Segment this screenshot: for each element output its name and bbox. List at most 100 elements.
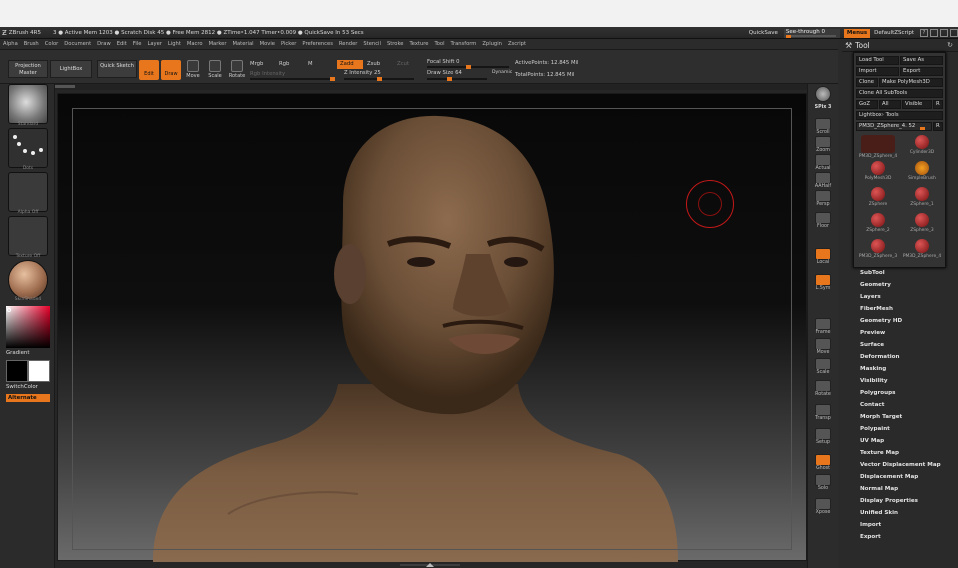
current-tool-slider[interactable]: PM3D_ZSphere_4. 52	[856, 122, 932, 131]
shelf-scale-button[interactable]: Scale	[812, 358, 834, 375]
menu-movie[interactable]: Movie	[257, 41, 278, 47]
goz-all-button[interactable]: All	[879, 100, 901, 109]
menu-texture[interactable]: Texture	[406, 41, 431, 47]
menu-edit[interactable]: Edit	[114, 41, 130, 47]
shelf-ghost-button[interactable]: Ghost	[812, 454, 834, 471]
tool-menu-subtool[interactable]: SubTool	[854, 267, 954, 279]
tool-menu-geometry[interactable]: Geometry	[854, 279, 954, 291]
shelf-move-button[interactable]: Move	[812, 338, 834, 355]
tool-menu-layers[interactable]: Layers	[854, 291, 954, 303]
focal-shift-slider[interactable]	[427, 65, 509, 69]
minimize-icon[interactable]	[940, 29, 948, 37]
bpr-button[interactable]	[812, 86, 834, 102]
menus-button[interactable]: Menus	[843, 28, 871, 38]
menu-material[interactable]: Material	[230, 41, 257, 47]
lightbox-tools-button[interactable]: Lightbox› Tools	[856, 111, 943, 120]
document-scrollbar-thumb[interactable]	[55, 85, 75, 88]
shelf-local-button[interactable]: Local	[812, 248, 834, 265]
menu-render[interactable]: Render	[336, 41, 360, 47]
zcut-button[interactable]: Zcut	[397, 61, 409, 67]
tool-thumb-pm3d-zsphere-4[interactable]: PM3D_ZSphere_4	[901, 237, 943, 267]
zsub-button[interactable]: Zsub	[367, 61, 380, 67]
shelf-setup-button[interactable]: Setup	[812, 428, 834, 445]
load-tool-button[interactable]: Load Tool	[856, 56, 899, 65]
palette-refresh-icon[interactable]: ↻	[947, 41, 953, 49]
tool-menu-displacement-map[interactable]: Displacement Map	[854, 471, 954, 483]
menu-document[interactable]: Document	[61, 41, 94, 47]
alternate-button[interactable]: Alternate	[6, 394, 50, 402]
tool-menu-fibermesh[interactable]: FiberMesh	[854, 303, 954, 315]
shelf-frame-button[interactable]: Frame	[812, 318, 834, 335]
brush-selector[interactable]	[8, 84, 48, 124]
tool-palette-header[interactable]: ⚒ Tool ↻	[842, 39, 958, 52]
menu-tool[interactable]: Tool	[431, 41, 447, 47]
menu-zscript[interactable]: Zscript	[505, 41, 529, 47]
spix-button[interactable]: SPix 3	[812, 105, 834, 110]
help-icon[interactable]: ?	[920, 29, 928, 37]
tool-menu-polygroups[interactable]: Polygroups	[854, 387, 954, 399]
shelf-transp-button[interactable]: Transp	[812, 404, 834, 421]
goz-visible-button[interactable]: Visible	[902, 100, 932, 109]
menu-transform[interactable]: Transform	[448, 41, 480, 47]
tool-menu-unified-skin[interactable]: Unified Skin	[854, 507, 954, 519]
tool-menu-polypaint[interactable]: Polypaint	[854, 423, 954, 435]
menu-alpha[interactable]: Alpha	[0, 41, 21, 47]
tool-menu-morph-target[interactable]: Morph Target	[854, 411, 954, 423]
shelf-floor-button[interactable]: Floor	[812, 212, 834, 229]
tool-menu-vector-displacement-map[interactable]: Vector Displacement Map	[854, 459, 954, 471]
shelf-actual-button[interactable]: Actual	[812, 154, 834, 171]
tool-menu-display-properties[interactable]: Display Properties	[854, 495, 954, 507]
tool-thumb-pm3d-zsphere-3[interactable]: PM3D_ZSphere_3	[857, 237, 899, 267]
make-polymesh-button[interactable]: Make PolyMesh3D	[879, 78, 943, 87]
menu-stencil[interactable]: Stencil	[360, 41, 384, 47]
switch-color-button[interactable]: SwitchColor	[6, 384, 38, 390]
shelf-solo-button[interactable]: Solo	[812, 474, 834, 491]
save-as-button[interactable]: Save As	[900, 56, 943, 65]
export-button[interactable]: Export	[900, 67, 943, 76]
main-color-swatch[interactable]	[6, 360, 28, 382]
shelf-zoom-button[interactable]: Zoom	[812, 136, 834, 153]
menu-layer[interactable]: Layer	[144, 41, 164, 47]
current-tool-r-button[interactable]: R	[933, 122, 943, 131]
edit-button[interactable]: Edit	[139, 60, 159, 80]
goz-r-button[interactable]: R	[933, 100, 943, 109]
document-scrollbar[interactable]	[55, 84, 807, 90]
import-button[interactable]: Import	[856, 67, 899, 76]
lightbox-button[interactable]: LightBox	[50, 60, 92, 78]
secondary-color-swatch[interactable]	[28, 360, 50, 382]
m-button[interactable]: M	[308, 61, 313, 67]
menu-marker[interactable]: Marker	[206, 41, 230, 47]
canvas[interactable]	[57, 93, 807, 562]
tool-menu-normal-map[interactable]: Normal Map	[854, 483, 954, 495]
quick-sketch-button[interactable]: Quick Sketch	[97, 60, 137, 78]
alpha-selector[interactable]	[8, 172, 48, 212]
menu-color[interactable]: Color	[42, 41, 62, 47]
shelf-l-sym-button[interactable]: L.Sym	[812, 274, 834, 291]
tool-menu-export[interactable]: Export	[854, 531, 954, 543]
rotate-button[interactable]: Rotate	[228, 60, 246, 79]
gradient-label[interactable]: Gradient	[6, 350, 29, 356]
tool-menu-contact[interactable]: Contact	[854, 399, 954, 411]
tool-menu-preview[interactable]: Preview	[854, 327, 954, 339]
tool-menu-texture-map[interactable]: Texture Map	[854, 447, 954, 459]
menu-macro[interactable]: Macro	[184, 41, 206, 47]
default-zscript-button[interactable]: DefaultZScript	[874, 30, 914, 36]
tool-menu-geometry-hd[interactable]: Geometry HD	[854, 315, 954, 327]
rgb-button[interactable]: Rgb	[279, 61, 289, 67]
see-through-slider[interactable]: See-through 0	[783, 28, 840, 38]
tool-menu-masking[interactable]: Masking	[854, 363, 954, 375]
layout-icon[interactable]	[930, 29, 938, 37]
tool-menu-surface[interactable]: Surface	[854, 339, 954, 351]
goz-button[interactable]: GoZ	[856, 100, 878, 109]
draw-size-slider[interactable]	[427, 77, 487, 81]
scale-button[interactable]: Scale	[206, 60, 224, 79]
menu-preferences[interactable]: Preferences	[299, 41, 336, 47]
tool-menu-visibility[interactable]: Visibility	[854, 375, 954, 387]
draw-button[interactable]: Draw	[161, 60, 181, 80]
menu-light[interactable]: Light	[165, 41, 184, 47]
menu-file[interactable]: File	[130, 41, 145, 47]
menu-draw[interactable]: Draw	[94, 41, 114, 47]
projection-master-button[interactable]: Projection Master	[8, 60, 48, 78]
color-picker[interactable]	[6, 306, 50, 348]
material-selector[interactable]	[8, 260, 48, 300]
